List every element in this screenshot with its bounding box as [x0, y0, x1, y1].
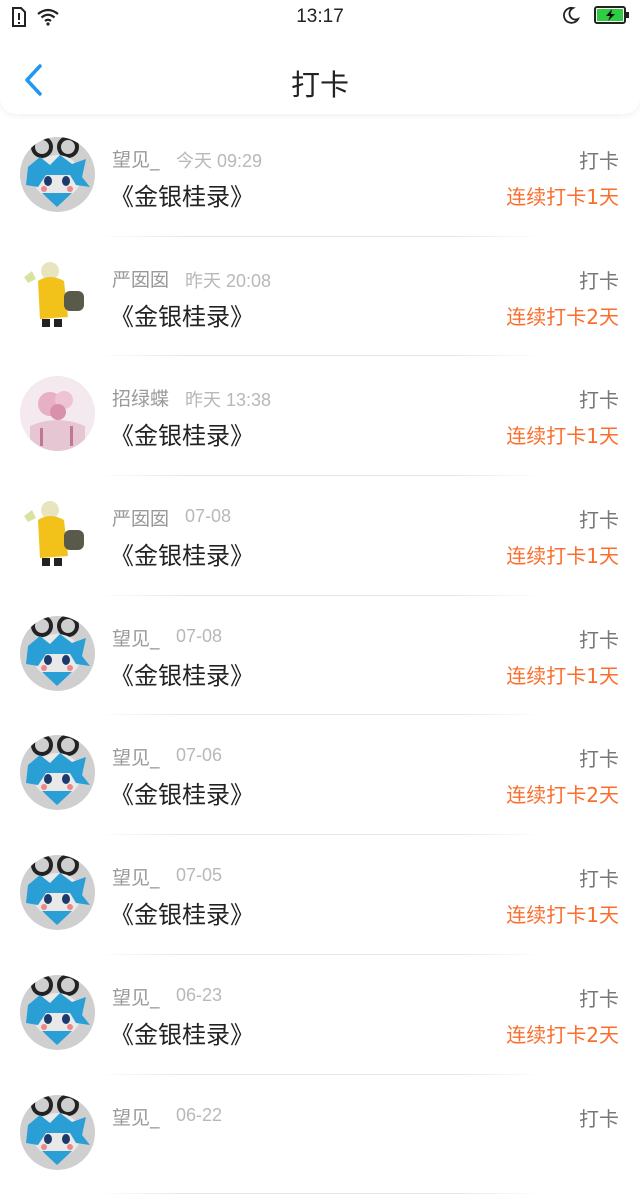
- checkin-label: 打卡: [579, 265, 619, 294]
- checkin-time: 07-08: [176, 626, 222, 647]
- streak-label: 连续打卡2天: [506, 1019, 619, 1048]
- user-name[interactable]: 望见_: [112, 1103, 160, 1130]
- book-title[interactable]: 《金银桂录》: [110, 656, 254, 691]
- avatar[interactable]: [20, 616, 95, 691]
- user-name[interactable]: 望见_: [112, 145, 160, 172]
- avatar[interactable]: [20, 137, 95, 212]
- book-title[interactable]: 《金银桂录》: [110, 1015, 254, 1050]
- streak-label: 连续打卡2天: [506, 779, 619, 808]
- checkin-row[interactable]: 望见_ 06-23 《金银桂录》 打卡 连续打卡2天: [0, 955, 640, 1075]
- book-title[interactable]: 《金银桂录》: [110, 775, 254, 810]
- status-time: 13:17: [0, 6, 640, 28]
- page-title: 打卡: [0, 62, 640, 104]
- user-name[interactable]: 严囡囡: [112, 265, 169, 292]
- book-title[interactable]: 《金银桂录》: [110, 536, 254, 571]
- checkin-row[interactable]: 望见_ 07-05 《金银桂录》 打卡 连续打卡1天: [0, 835, 640, 955]
- checkin-label: 打卡: [579, 983, 619, 1012]
- avatar[interactable]: [20, 1095, 95, 1170]
- checkin-row[interactable]: 严囡囡 07-08 《金银桂录》 打卡 连续打卡1天: [0, 476, 640, 596]
- checkin-row[interactable]: 望见_ 06-22 打卡: [0, 1075, 640, 1194]
- checkin-row[interactable]: 招绿蝶 昨天 13:38 《金银桂录》 打卡 连续打卡1天: [0, 356, 640, 476]
- checkin-list: 望见_ 今天 09:29 《金银桂录》 打卡 连续打卡1天 严囡囡 昨天 20:…: [0, 117, 640, 1194]
- checkin-time: 07-06: [176, 745, 222, 766]
- checkin-label: 打卡: [579, 504, 619, 533]
- streak-label: 连续打卡1天: [506, 540, 619, 569]
- checkin-time: 07-08: [185, 506, 231, 527]
- user-name[interactable]: 招绿蝶: [112, 384, 169, 411]
- streak-label: 连续打卡1天: [506, 420, 619, 449]
- checkin-row[interactable]: 望见_ 今天 09:29 《金银桂录》 打卡 连续打卡1天: [0, 117, 640, 237]
- yellow-figure-avatar-image: [20, 496, 95, 571]
- avatar[interactable]: [20, 376, 95, 451]
- streak-label: 连续打卡2天: [506, 301, 619, 330]
- checkin-row[interactable]: 望见_ 07-08 《金银桂录》 打卡 连续打卡1天: [0, 596, 640, 716]
- book-title[interactable]: 《金银桂录》: [110, 895, 254, 930]
- avatar[interactable]: [20, 975, 95, 1050]
- book-title[interactable]: 《金银桂录》: [110, 177, 254, 212]
- checkin-time: 昨天 20:08: [185, 267, 271, 293]
- streak-label: 连续打卡1天: [506, 660, 619, 689]
- checkin-label: 打卡: [579, 624, 619, 653]
- pink-flower-avatar-image: [20, 376, 95, 451]
- checkin-time: 06-23: [176, 985, 222, 1006]
- battery-icon: [594, 6, 630, 24]
- boy-avatar-image: [20, 855, 95, 930]
- checkin-label: 打卡: [579, 384, 619, 413]
- boy-avatar-image: [20, 137, 95, 212]
- boy-avatar-image: [20, 735, 95, 810]
- checkin-time: 07-05: [176, 865, 222, 886]
- checkin-row[interactable]: 望见_ 07-06 《金银桂录》 打卡 连续打卡2天: [0, 715, 640, 835]
- app-header: 13:17 打卡: [0, 0, 640, 114]
- streak-label: 连续打卡1天: [506, 181, 619, 210]
- checkin-label: 打卡: [579, 743, 619, 772]
- user-name[interactable]: 严囡囡: [112, 504, 169, 531]
- user-name[interactable]: 望见_: [112, 863, 160, 890]
- user-name[interactable]: 望见_: [112, 624, 160, 651]
- checkin-time: 今天 09:29: [176, 147, 262, 173]
- yellow-figure-avatar-image: [20, 257, 95, 332]
- avatar[interactable]: [20, 257, 95, 332]
- checkin-label: 打卡: [579, 145, 619, 174]
- checkin-time: 06-22: [176, 1105, 222, 1126]
- checkin-time: 昨天 13:38: [185, 386, 271, 412]
- user-name[interactable]: 望见_: [112, 983, 160, 1010]
- checkin-row[interactable]: 严囡囡 昨天 20:08 《金银桂录》 打卡 连续打卡2天: [0, 237, 640, 357]
- boy-avatar-image: [20, 1095, 95, 1170]
- book-title[interactable]: 《金银桂录》: [110, 416, 254, 451]
- status-bar: 13:17: [0, 0, 640, 36]
- status-right: [562, 6, 630, 24]
- boy-avatar-image: [20, 975, 95, 1050]
- checkin-label: 打卡: [579, 1103, 619, 1132]
- moon-icon: [562, 6, 580, 24]
- avatar[interactable]: [20, 496, 95, 571]
- checkin-label: 打卡: [579, 863, 619, 892]
- avatar[interactable]: [20, 735, 95, 810]
- boy-avatar-image: [20, 616, 95, 691]
- user-name[interactable]: 望见_: [112, 743, 160, 770]
- book-title[interactable]: 《金银桂录》: [110, 297, 254, 332]
- avatar[interactable]: [20, 855, 95, 930]
- streak-label: 连续打卡1天: [506, 899, 619, 928]
